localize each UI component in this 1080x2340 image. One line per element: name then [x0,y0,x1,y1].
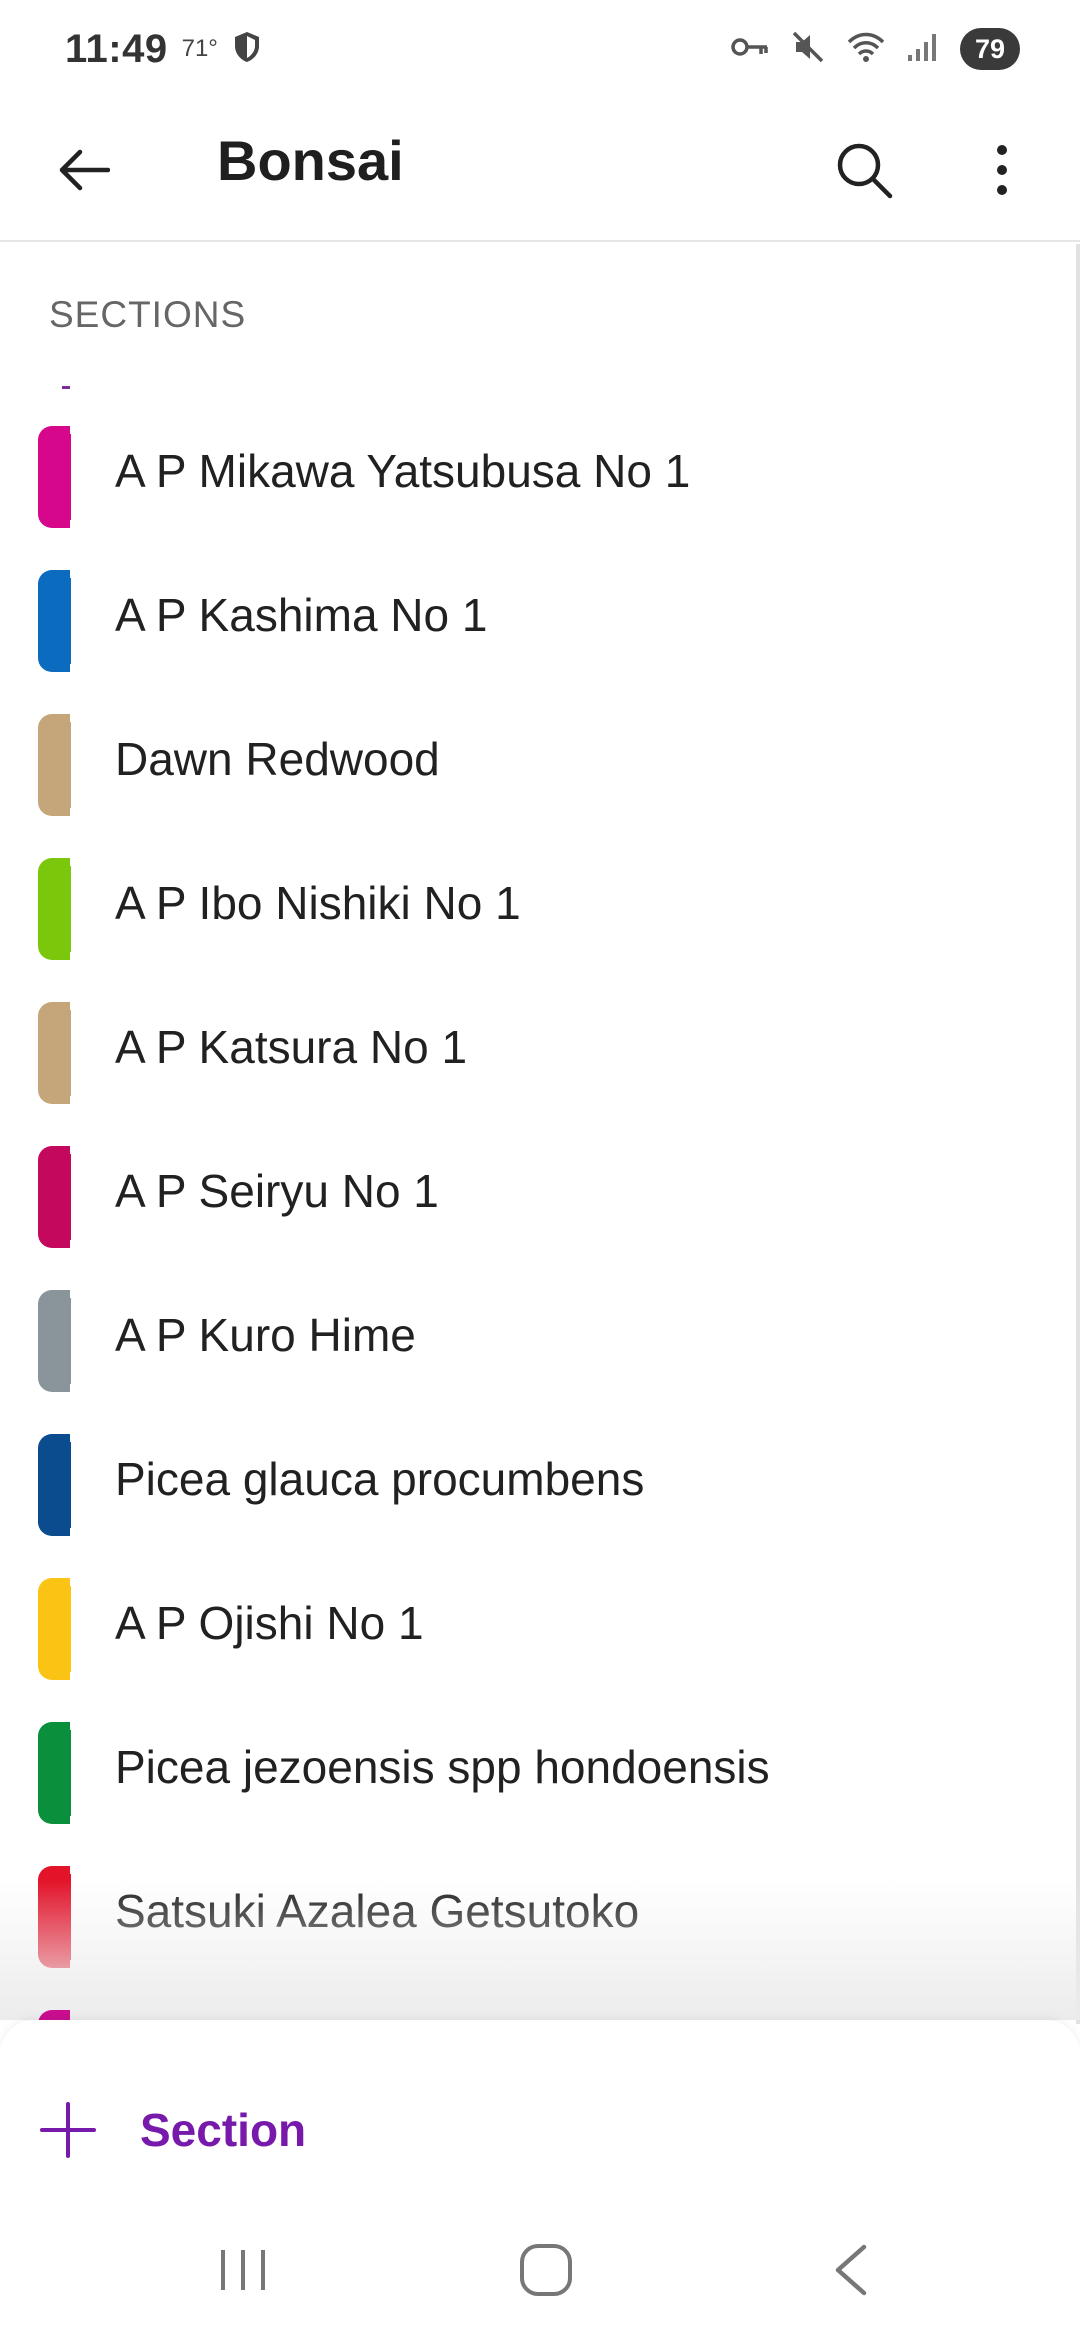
section-color-tab [38,1290,71,1392]
section-color-tab [38,1434,71,1536]
page-title: Bonsai [217,129,404,192]
wifi-icon [846,30,886,69]
home-icon [520,2244,572,2296]
sections-panel[interactable]: SECTIONS A P Mikawa Yatsubusa No 1 A P Ka… [0,244,1076,2024]
signal-icon [906,31,940,68]
section-item[interactable]: A P Seiryu No 1 [0,1108,1076,1252]
search-button[interactable] [826,132,902,208]
more-vertical-icon [997,145,1007,195]
list-fade [0,1880,1080,2020]
section-item-label: A P Ojishi No 1 [115,1597,424,1649]
recent-apps-icon [221,2250,265,2290]
section-item[interactable]: Picea glauca procumbens [0,1396,1076,1540]
section-item[interactable]: A P Ibo Nishiki No 1 [0,820,1076,964]
section-item-label: Dawn Redwood [115,733,440,785]
status-right: 79 [730,28,1020,70]
section-item[interactable]: Picea jezoensis spp hondoensis [0,1684,1076,1828]
section-color-tab [38,1722,71,1824]
status-time: 11:49 [65,26,168,71]
app-bar: Bonsai [0,98,1080,242]
section-item-label: A P Seiryu No 1 [115,1165,439,1217]
section-item-label: A P Kashima No 1 [115,589,488,641]
mute-icon [790,29,826,70]
section-item[interactable]: A P Kuro Hime [0,1252,1076,1396]
section-color-tab [38,426,71,528]
battery-indicator: 79 [960,28,1020,70]
vpn-key-icon [730,35,770,64]
sections-header: SECTIONS [49,294,247,335]
section-item-label: A P Kuro Hime [115,1309,416,1361]
section-color-tab [38,714,71,816]
arrow-left-icon [59,149,110,191]
back-button[interactable] [50,136,118,204]
plus-icon [40,2102,96,2158]
section-color-tab [38,1578,71,1680]
section-item-label: A P Mikawa Yatsubusa No 1 [115,445,691,497]
section-color-tab [38,570,71,672]
section-item[interactable]: A P Kashima No 1 [0,532,1076,676]
add-section-label: Section [140,2104,307,2156]
navigation-bar [0,2200,1080,2340]
section-list: A P Mikawa Yatsubusa No 1 A P Kashima No … [0,388,1076,1972]
status-temperature: 71° [181,35,218,62]
search-icon [837,143,893,199]
section-color-tab [38,858,71,960]
shield-icon [232,30,262,69]
recent-apps-button[interactable] [193,2230,293,2310]
section-item[interactable]: A P Ojishi No 1 [0,1540,1076,1684]
section-item[interactable]: A P Mikawa Yatsubusa No 1 [0,388,1076,532]
status-bar: 11:49 71° 79 [0,0,1080,98]
section-item[interactable]: A P Katsura No 1 [0,964,1076,1108]
section-item-label: A P Katsura No 1 [115,1021,468,1073]
add-section-button[interactable]: Section [38,2090,306,2170]
chevron-left-icon [835,2244,867,2296]
scroll-edge [1076,244,1080,2024]
section-item-label: Picea glauca procumbens [115,1453,645,1505]
home-button[interactable] [496,2230,596,2310]
section-color-tab [38,1002,71,1104]
screen: 11:49 71° 79 Bonsai SECTIONS A P Mikawa … [0,0,1080,2340]
section-color-tab [38,1146,71,1248]
status-left: 11:49 71° [65,27,262,72]
system-back-button[interactable] [800,2230,900,2310]
section-item[interactable]: Dawn Redwood [0,676,1076,820]
section-item-label: A P Ibo Nishiki No 1 [115,877,521,929]
more-options-button[interactable] [974,132,1030,208]
section-item-label: Picea jezoensis spp hondoensis [115,1741,770,1793]
